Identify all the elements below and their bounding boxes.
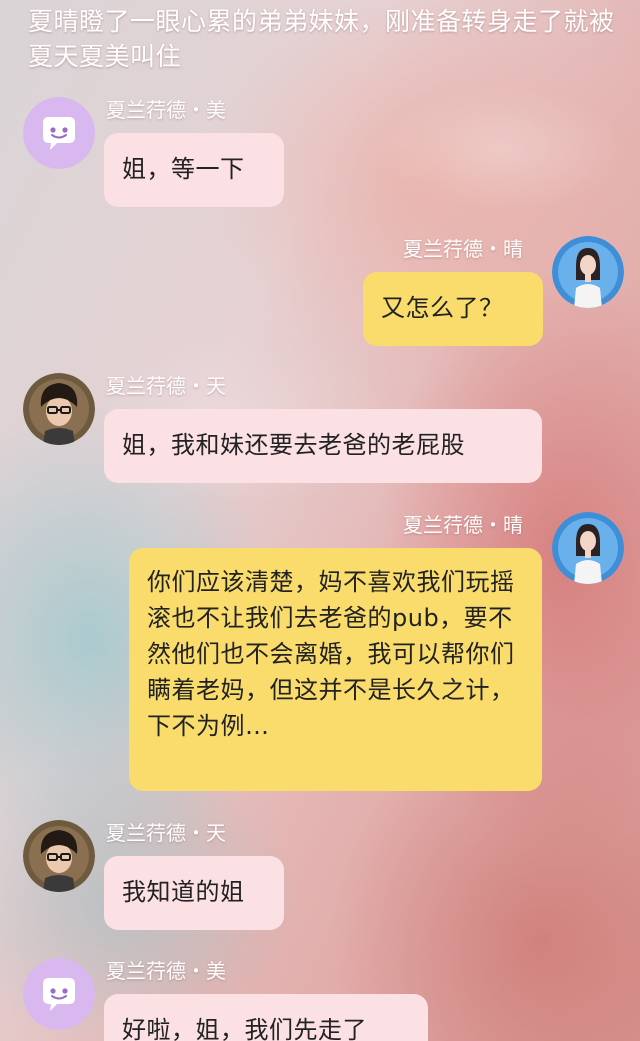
sender-name: 夏兰荇德・天 [106, 821, 226, 845]
avatar-mei[interactable] [23, 97, 95, 169]
man-with-glasses-photo-avatar [23, 373, 95, 445]
sender-name: 夏兰荇德・美 [106, 959, 226, 983]
chat-background [0, 0, 640, 1041]
message-bubble[interactable]: 你们应该清楚，妈不喜欢我们玩摇滚也不让我们去老爸的pub，要不然他们也不会离婚，… [129, 548, 542, 791]
sender-name: 夏兰荇德・晴 [403, 513, 523, 537]
woman-photo-avatar [552, 236, 624, 308]
sender-name: 夏兰荇德・晴 [403, 237, 523, 261]
sender-name: 夏兰荇德・天 [106, 374, 226, 398]
avatar-mei[interactable] [23, 958, 95, 1030]
avatar-tian[interactable] [23, 820, 95, 892]
narration-text: 夏晴瞪了一眼心累的弟弟妹妹，刚准备转身走了就被夏天夏美叫住 [28, 7, 615, 71]
message-bubble[interactable]: 我知道的姐 [104, 856, 284, 930]
avatar-qing[interactable] [552, 512, 624, 584]
message-bubble[interactable]: 又怎么了？ [363, 272, 543, 346]
man-with-glasses-photo-avatar [23, 820, 95, 892]
message-bubble[interactable]: 好啦，姐，我们先走了 [104, 994, 428, 1041]
woman-photo-avatar [552, 512, 624, 584]
sender-name: 夏兰荇德・美 [106, 98, 226, 122]
message-bubble[interactable]: 姐，我和妹还要去老爸的老屁股 [104, 409, 542, 483]
avatar-qing[interactable] [552, 236, 624, 308]
chat-bubble-face-icon [23, 97, 95, 169]
avatar-tian[interactable] [23, 373, 95, 445]
chat-bubble-face-icon [23, 958, 95, 1030]
message-bubble[interactable]: 姐，等一下 [104, 133, 284, 207]
